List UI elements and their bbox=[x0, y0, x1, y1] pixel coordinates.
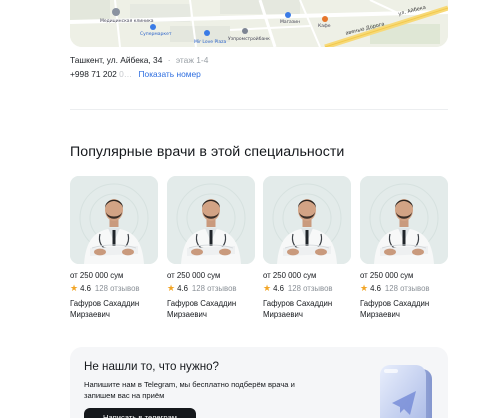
doctor-portrait bbox=[263, 176, 351, 264]
doctor-price: от 250 000 сум bbox=[70, 271, 124, 280]
telegram-banner: Не нашли то, что нужно? Напишите нам в T… bbox=[70, 347, 448, 418]
doctor-card[interactable]: от 250 000 сум ★ 4.6 128 отзывов Гафуров… bbox=[360, 176, 448, 320]
reviews-count: 128 отзывов bbox=[191, 284, 237, 293]
telegram-3d-icon bbox=[380, 365, 432, 418]
hospital-pin-icon[interactable] bbox=[112, 8, 120, 16]
rating-score: 4.6 bbox=[177, 284, 188, 293]
phone-number-hidden: 0… bbox=[116, 69, 133, 79]
doctor-card[interactable]: от 250 000 сум ★ 4.6 128 отзывов Гафуров… bbox=[167, 176, 255, 320]
reviews-count: 128 отзывов bbox=[384, 284, 430, 293]
doctor-rating: ★ 4.6 128 отзывов bbox=[360, 283, 448, 294]
map-label-supermarket: Супермаркет bbox=[140, 32, 172, 37]
rating-score: 4.6 bbox=[80, 284, 91, 293]
doctor-price: от 250 000 сум bbox=[263, 271, 317, 280]
banner-title: Не нашли то, что нужно? bbox=[84, 360, 219, 373]
reviews-count: 128 отзывов bbox=[94, 284, 140, 293]
map-label-store: Магазин bbox=[280, 20, 301, 25]
section-divider bbox=[70, 109, 448, 110]
doctor-name[interactable]: Гафуров Сахаддин Мирзаевич bbox=[360, 298, 448, 320]
doctor-name[interactable]: Гафуров Сахаддин Мирзаевич bbox=[70, 298, 158, 320]
reviews-count: 128 отзывов bbox=[287, 284, 333, 293]
phone-number: +998 71 202 bbox=[70, 69, 117, 79]
doctor-photo bbox=[360, 176, 448, 264]
doctor-rating: ★ 4.6 128 отзывов bbox=[263, 283, 351, 294]
doctor-photo bbox=[167, 176, 255, 264]
bank-pin-icon[interactable] bbox=[242, 28, 248, 34]
doctor-price: от 250 000 сум bbox=[167, 271, 221, 280]
show-number-link[interactable]: Показать номер bbox=[139, 69, 201, 79]
doctor-card[interactable]: от 250 000 сум ★ 4.6 128 отзывов Гафуров… bbox=[263, 176, 351, 320]
map-label-cafe: Кафе bbox=[318, 24, 331, 29]
cafe-pin-icon[interactable] bbox=[322, 16, 328, 22]
store-pin-icon[interactable] bbox=[285, 12, 291, 18]
doctor-portrait bbox=[167, 176, 255, 264]
map-label-bank: Узпромстройбанк bbox=[228, 37, 270, 42]
section-title: Популярные врачи в этой специальности bbox=[70, 144, 345, 160]
doctor-name[interactable]: Гафуров Сахаддин Мирзаевич bbox=[263, 298, 351, 320]
doctor-portrait bbox=[360, 176, 448, 264]
supermarket-pin-icon[interactable] bbox=[150, 24, 156, 30]
map-label-hospital: Медицинская клиника bbox=[100, 19, 154, 24]
doctor-photo bbox=[70, 176, 158, 264]
doctor-photo bbox=[263, 176, 351, 264]
star-icon: ★ bbox=[263, 283, 272, 293]
plaza-pin-icon[interactable] bbox=[204, 30, 210, 36]
rating-score: 4.6 bbox=[370, 284, 381, 293]
doctor-price: от 250 000 сум bbox=[360, 271, 414, 280]
location-map[interactable]: Медицинская клиника Супермаркет Mir Love… bbox=[70, 0, 448, 47]
doctor-portrait bbox=[70, 176, 158, 264]
rating-score: 4.6 bbox=[273, 284, 284, 293]
floor-info: этаж 1-4 bbox=[175, 55, 209, 65]
address-text: Ташкент, ул. Айбека, 34 bbox=[70, 55, 163, 65]
star-icon: ★ bbox=[70, 283, 79, 293]
doctor-rating: ★ 4.6 128 отзывов bbox=[70, 283, 158, 294]
phone-row: +998 71 202 0… Показать номер bbox=[70, 69, 201, 79]
doctor-name[interactable]: Гафуров Сахаддин Мирзаевич bbox=[167, 298, 255, 320]
star-icon: ★ bbox=[360, 283, 369, 293]
doctor-rating: ★ 4.6 128 отзывов bbox=[167, 283, 255, 294]
map-label-plaza: Mir Love Plaza bbox=[194, 40, 227, 45]
banner-text: Напишите нам в Telegram, мы бесплатно по… bbox=[84, 380, 295, 401]
clinic-address: Ташкент, ул. Айбека, 34 · этаж 1-4 bbox=[70, 55, 208, 65]
star-icon: ★ bbox=[167, 283, 176, 293]
address-separator: · bbox=[165, 55, 173, 65]
doctor-card[interactable]: от 250 000 сум ★ 4.6 128 отзывов Гафуров… bbox=[70, 176, 158, 320]
telegram-button[interactable]: Написать в телеграм bbox=[84, 408, 196, 418]
